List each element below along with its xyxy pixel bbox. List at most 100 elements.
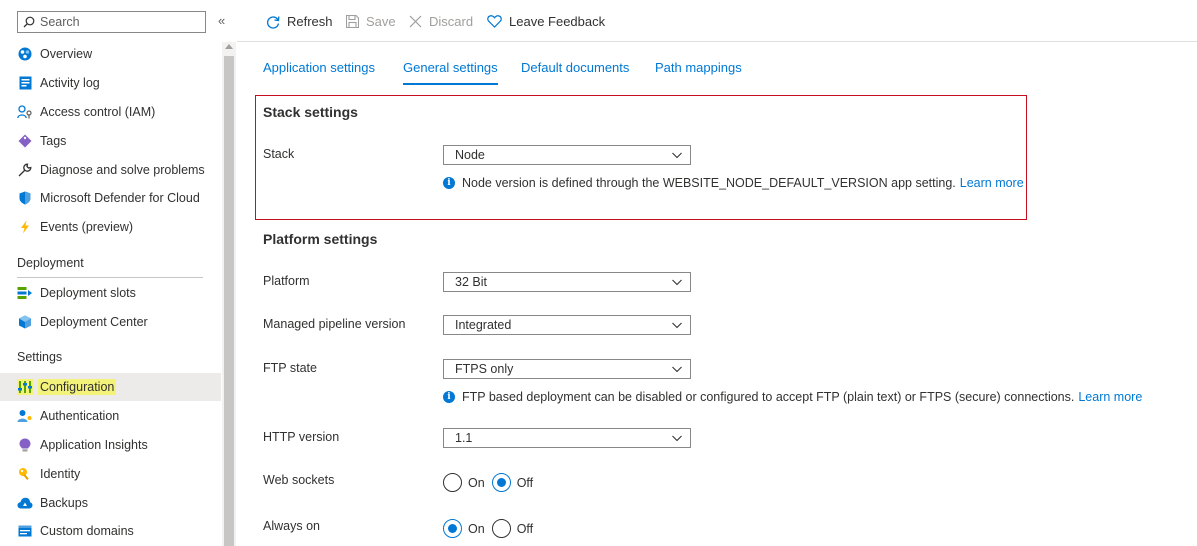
- web-sockets-label: Web sockets: [263, 473, 335, 487]
- web-sockets-off-radio[interactable]: Off: [491, 473, 534, 492]
- section-divider: [17, 277, 203, 278]
- sidebar-item-diagnose[interactable]: Diagnose and solve problems: [0, 156, 221, 184]
- tab-application-settings[interactable]: Application settings: [263, 60, 375, 75]
- tab-path-mappings[interactable]: Path mappings: [655, 60, 742, 75]
- stack-info-text: Node version is defined through the WEBS…: [462, 176, 956, 190]
- scroll-thumb[interactable]: [224, 56, 234, 546]
- user-key-icon: [17, 408, 33, 424]
- sidebar-item-activity-log[interactable]: Activity log: [0, 69, 221, 97]
- http-version-label: HTTP version: [263, 430, 340, 444]
- activity-log-icon: [17, 75, 33, 91]
- close-icon: [409, 15, 422, 28]
- sidebar: « Overview Activity log Access control (…: [0, 0, 237, 546]
- sidebar-item-tags[interactable]: Tags: [0, 127, 221, 155]
- pipeline-dropdown-value: Integrated: [455, 318, 512, 332]
- leave-feedback-button[interactable]: Leave Feedback: [487, 14, 605, 29]
- deployment-slots-icon: [17, 285, 33, 301]
- sidebar-item-app-insights[interactable]: Application Insights: [0, 431, 221, 459]
- section-header-deployment: Deployment: [17, 256, 84, 270]
- always-on-on-radio[interactable]: On: [443, 519, 485, 538]
- sidebar-item-label: Configuration: [38, 379, 117, 395]
- shield-icon: [17, 190, 33, 206]
- pipeline-label: Managed pipeline version: [263, 317, 406, 331]
- http-version-dropdown-value: 1.1: [455, 431, 473, 445]
- sidebar-item-custom-domains[interactable]: Custom domains: [0, 517, 221, 545]
- ftp-info-text: FTP based deployment can be disabled or …: [462, 390, 1075, 404]
- bulb-icon: [17, 437, 33, 453]
- identity-icon: [17, 466, 33, 482]
- radio-label: Off: [516, 521, 534, 536]
- sidebar-item-deployment-slots[interactable]: Deployment slots: [0, 279, 221, 307]
- radio-circle: [491, 519, 511, 538]
- stack-settings-title: Stack settings: [263, 104, 358, 120]
- lightning-icon: [17, 219, 33, 235]
- access-control-icon: [17, 104, 33, 120]
- sidebar-item-backups[interactable]: Backups: [0, 489, 221, 517]
- stack-label: Stack: [263, 147, 295, 161]
- radio-label: On: [468, 521, 485, 536]
- sidebar-item-overview[interactable]: Overview: [0, 40, 221, 68]
- stack-dropdown[interactable]: Node: [443, 145, 691, 165]
- platform-dropdown-value: 32 Bit: [455, 275, 487, 289]
- stack-info: i Node version is defined through the WE…: [443, 176, 1024, 190]
- stack-dropdown-value: Node: [455, 148, 485, 162]
- sidebar-item-label: Events (preview): [40, 220, 134, 234]
- sidebar-item-label: Backups: [40, 496, 88, 510]
- save-label: Save: [366, 14, 396, 29]
- sidebar-item-label: Application Insights: [40, 438, 148, 452]
- always-on-off-radio[interactable]: Off: [491, 519, 534, 538]
- search-box[interactable]: [17, 11, 206, 33]
- configuration-icon: [17, 379, 33, 395]
- save-icon: [346, 15, 359, 28]
- overview-icon: [17, 46, 33, 62]
- sidebar-item-label: Overview: [40, 47, 93, 61]
- refresh-icon: [266, 15, 280, 29]
- http-version-dropdown[interactable]: 1.1: [443, 428, 691, 448]
- sidebar-item-defender[interactable]: Microsoft Defender for Cloud: [0, 184, 221, 212]
- radio-circle: [443, 473, 462, 492]
- sidebar-item-label: Microsoft Defender for Cloud: [40, 191, 200, 205]
- radio-label: Off: [516, 475, 534, 490]
- tab-general-settings[interactable]: General settings: [403, 60, 498, 75]
- collapse-sidebar-button[interactable]: «: [218, 13, 225, 28]
- always-on-label: Always on: [263, 519, 320, 533]
- sidebar-item-deployment-center[interactable]: Deployment Center: [0, 308, 221, 336]
- sidebar-item-access-control[interactable]: Access control (IAM): [0, 98, 221, 126]
- web-sockets-on-radio[interactable]: On: [443, 473, 485, 492]
- discard-button[interactable]: Discard: [409, 14, 473, 29]
- chevron-down-icon: [672, 366, 682, 373]
- ftp-state-dropdown[interactable]: FTPS only: [443, 359, 691, 379]
- wrench-icon: [17, 162, 33, 178]
- leave-feedback-label: Leave Feedback: [509, 14, 606, 29]
- pipeline-dropdown[interactable]: Integrated: [443, 315, 691, 335]
- sidebar-item-events[interactable]: Events (preview): [0, 213, 221, 241]
- ftp-state-dropdown-value: FTPS only: [455, 362, 514, 376]
- command-bar: Refresh Save Discard Leave Feedback: [237, 0, 1197, 42]
- platform-settings-title: Platform settings: [263, 231, 378, 247]
- ftp-info: i FTP based deployment can be disabled o…: [443, 390, 1142, 404]
- ftp-learn-more-link[interactable]: Learn more: [1078, 390, 1142, 404]
- domain-icon: [17, 523, 33, 539]
- sidebar-item-identity[interactable]: Identity: [0, 460, 221, 488]
- stack-learn-more-link[interactable]: Learn more: [960, 176, 1024, 190]
- platform-dropdown[interactable]: 32 Bit: [443, 272, 691, 292]
- chevron-down-icon: [672, 152, 682, 159]
- sidebar-scrollbar[interactable]: [222, 42, 236, 546]
- save-button[interactable]: Save: [346, 14, 396, 29]
- heart-icon: [487, 15, 502, 28]
- web-sockets-radio-group: On Off: [443, 473, 540, 492]
- refresh-button[interactable]: Refresh: [266, 14, 333, 29]
- scroll-up-arrow-icon[interactable]: [225, 44, 233, 49]
- cube-icon: [17, 314, 33, 330]
- active-tab-indicator: [403, 83, 498, 85]
- sidebar-item-configuration[interactable]: Configuration: [0, 373, 221, 401]
- sidebar-item-authentication[interactable]: Authentication: [0, 402, 221, 430]
- search-input[interactable]: [40, 15, 200, 29]
- radio-label: On: [468, 475, 485, 490]
- chevron-down-icon: [672, 435, 682, 442]
- tab-default-documents[interactable]: Default documents: [521, 60, 629, 75]
- sidebar-item-label: Access control (IAM): [40, 105, 156, 119]
- chevron-down-icon: [672, 279, 682, 286]
- cloud-icon: [17, 495, 33, 511]
- chevron-down-icon: [672, 322, 682, 329]
